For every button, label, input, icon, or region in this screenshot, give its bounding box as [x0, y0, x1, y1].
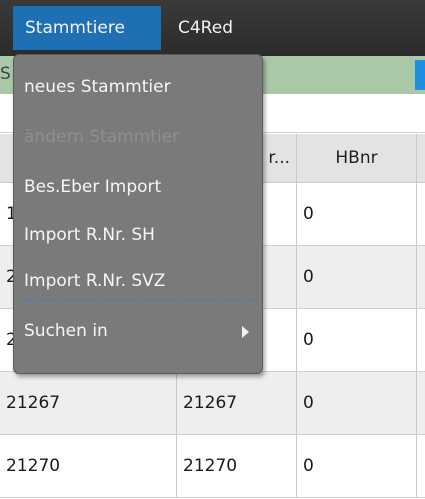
table-cell: 0 — [297, 246, 417, 308]
menu-separator — [24, 300, 256, 301]
menu-item-aendern-stammtier: ändern Stammtier — [24, 127, 180, 147]
menu-item-bes-eber-import[interactable]: Bes.Eber Import — [24, 177, 161, 197]
table-cell — [417, 183, 425, 245]
table-row[interactable]: 21270 21270 0 — [0, 435, 425, 498]
table-row[interactable]: 21267 21267 0 — [0, 372, 425, 435]
menu-stammtiere[interactable]: Stammtiere — [13, 6, 161, 50]
toolbar-edge-text: S — [0, 64, 11, 84]
menu-c4red[interactable]: C4Red — [172, 6, 239, 50]
toolbar-blue-tab[interactable] — [415, 60, 425, 90]
menu-item-import-rnr-sh[interactable]: Import R.Nr. SH — [24, 225, 155, 245]
table-cell — [417, 246, 425, 308]
menu-bar: Stammtiere C4Red — [0, 0, 425, 56]
menu-item-suchen-in[interactable]: Suchen in — [24, 321, 108, 341]
table-cell: 21267 — [177, 372, 297, 434]
table-cell: 0 — [297, 309, 417, 371]
table-cell: 21270 — [0, 435, 177, 497]
table-cell — [417, 309, 425, 371]
menu-item-import-rnr-svz[interactable]: Import R.Nr. SVZ — [24, 271, 165, 291]
menu-item-neues-stammtier[interactable]: neues Stammtier — [24, 77, 171, 97]
table-cell — [417, 435, 425, 497]
table-cell — [417, 372, 425, 434]
table-cell: 0 — [297, 435, 417, 497]
submenu-arrow-icon — [242, 326, 249, 338]
table-cell: 0 — [297, 372, 417, 434]
table-cell: 21270 — [177, 435, 297, 497]
stammtiere-dropdown-menu: neues Stammtier ändern Stammtier Bes.Ebe… — [13, 54, 263, 374]
column-header[interactable] — [417, 134, 425, 182]
column-header-hbnr[interactable]: HBnr — [297, 134, 417, 182]
table-cell: 0 — [297, 183, 417, 245]
table-cell: 21267 — [0, 372, 177, 434]
